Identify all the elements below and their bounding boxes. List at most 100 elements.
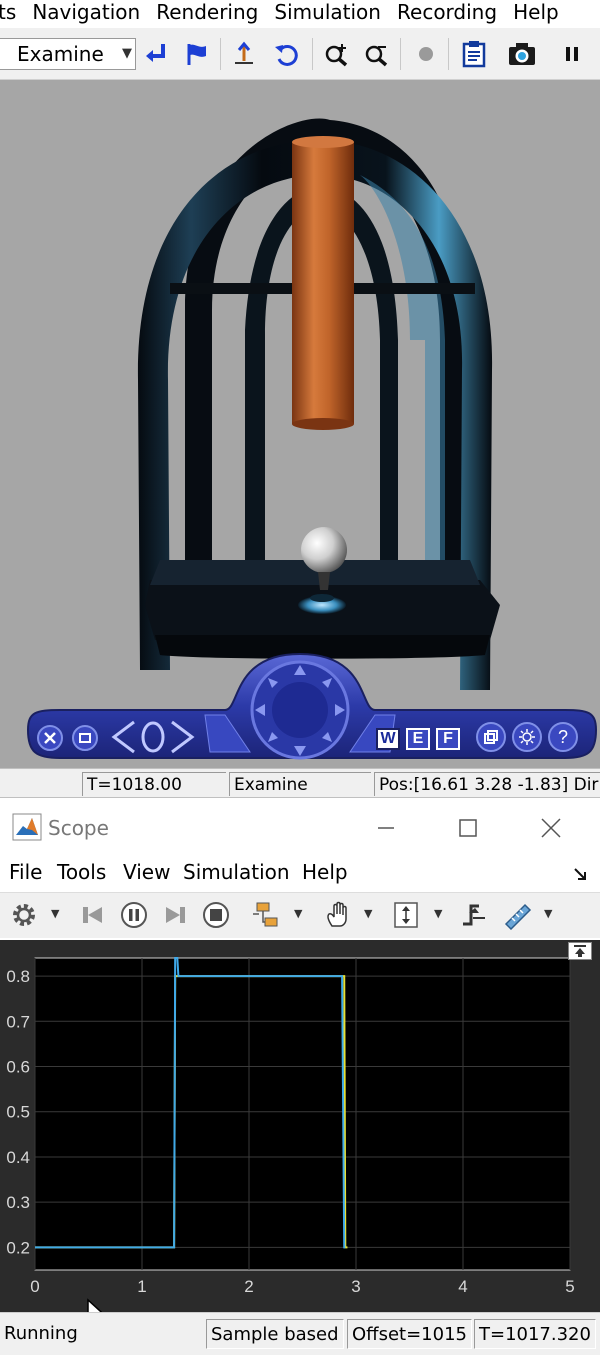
scope-status-state: Running [4, 1323, 78, 1344]
scope-toolbar: ▼ ▼ ▼ ▼ ▼ [0, 892, 600, 938]
scale-axes-button[interactable] [390, 899, 422, 931]
navigation-mode-select[interactable]: Examine ▼ [0, 38, 136, 70]
close-icon [541, 818, 561, 838]
hand-icon [327, 901, 347, 927]
close-button[interactable] [531, 810, 571, 846]
menu-simulation[interactable]: Simulation [274, 0, 381, 24]
pause-icon [121, 902, 147, 928]
clipboard-icon [462, 41, 486, 68]
help-icon: ? [557, 726, 568, 747]
restore-axes-button[interactable] [568, 942, 592, 960]
highlight-block-button[interactable] [250, 899, 282, 931]
menu-simulation[interactable]: Simulation [183, 860, 290, 884]
vr-menubar: ts Navigation Rendering Simulation Recor… [0, 0, 600, 28]
menu-rendering[interactable]: Rendering [156, 0, 258, 24]
scope-menubar: File Tools View Simulation Help [0, 856, 600, 890]
return-arrow-icon [146, 44, 165, 62]
circle-icon [141, 721, 165, 753]
nav-button-e[interactable]: E [406, 728, 430, 750]
close-icon [44, 732, 56, 744]
chevron-down-icon[interactable]: ▼ [544, 907, 552, 920]
x-tick-label: 5 [565, 1277, 574, 1296]
settings-button[interactable] [8, 899, 40, 931]
zoom-in-button[interactable] [320, 38, 352, 70]
triggers-button[interactable] [458, 899, 490, 931]
nav-button-f[interactable]: F [436, 728, 460, 750]
maximize-button[interactable] [448, 810, 488, 846]
menu-navigation[interactable]: Navigation [32, 0, 140, 24]
chevron-down-icon[interactable]: ▼ [434, 907, 442, 920]
matlab-icon [12, 813, 42, 841]
close-nav-button[interactable] [37, 725, 63, 751]
chevron-down-icon[interactable]: ▼ [51, 907, 59, 920]
menu-view[interactable]: View [123, 860, 170, 884]
menu-tools-partial[interactable]: ts [0, 0, 16, 24]
zoom-out-button[interactable] [360, 38, 392, 70]
menu-recording[interactable]: Recording [397, 0, 497, 24]
menu-help[interactable]: Help [302, 860, 348, 884]
scope-titlebar[interactable]: Scope [0, 800, 600, 856]
measurements-button[interactable] [502, 899, 534, 931]
chevron-down-icon: ▼ [122, 46, 132, 61]
snapshot-button[interactable] [506, 38, 538, 70]
undo-icon [275, 44, 298, 66]
undo-move-button[interactable] [270, 38, 302, 70]
scope-status-mode: Sample based [206, 1319, 344, 1349]
step-back-button[interactable] [76, 899, 108, 931]
nav-window-button[interactable] [476, 722, 506, 752]
y-tick-label: 0.4 [6, 1148, 30, 1167]
vr-scene-canvas[interactable]: W E F ? [0, 80, 600, 768]
nav-right-button[interactable] [168, 718, 198, 756]
menu-tools[interactable]: Tools [57, 860, 106, 884]
straighten-icon [235, 41, 253, 64]
chevron-left-icon [111, 720, 135, 754]
y-tick-label: 0.6 [6, 1058, 30, 1077]
straighten-up-button[interactable] [228, 38, 260, 70]
ruler-icon [504, 903, 532, 930]
step-forward-button[interactable] [160, 899, 192, 931]
scope-plot-area[interactable]: 0 1 2 3 4 5 0.2 0.3 0.4 0.5 0.6 0.7 0.8 [0, 940, 600, 1339]
cylinder [292, 142, 354, 424]
pan-button[interactable] [322, 899, 354, 931]
scope-chart: 0 1 2 3 4 5 0.2 0.3 0.4 0.5 0.6 0.7 0.8 [6, 957, 575, 1296]
viewpoint-flag-button[interactable] [180, 38, 212, 70]
clipboard-button[interactable] [458, 38, 490, 70]
x-tick-label: 0 [30, 1277, 39, 1296]
menu-file[interactable]: File [9, 860, 42, 884]
undock-arrow-icon[interactable] [572, 866, 588, 882]
nav-help-button[interactable]: ? [548, 722, 578, 752]
return-viewpoint-button[interactable] [140, 38, 172, 70]
y-tick-label: 0.5 [6, 1103, 30, 1122]
chevron-down-icon[interactable]: ▼ [364, 907, 372, 920]
chevron-right-icon [171, 720, 195, 754]
minimize-nav-button[interactable] [72, 725, 98, 751]
camera-icon [509, 43, 535, 65]
nav-left-button[interactable] [108, 718, 138, 756]
gear-icon [13, 904, 35, 926]
nav-light-button[interactable] [512, 722, 542, 752]
stop-button[interactable] [200, 899, 232, 931]
scope-window: Scope File Tools View Simulation Help ▼ [0, 800, 600, 1355]
pause-button[interactable] [556, 38, 588, 70]
x-tick-label: 4 [458, 1277, 467, 1296]
y-tick-label: 0.7 [6, 1012, 30, 1031]
minimize-button[interactable] [366, 810, 406, 846]
sun-icon [519, 729, 535, 745]
maximize-icon [459, 819, 477, 837]
scope-statusbar: Running Sample based Offset=1015 T=1017.… [0, 1312, 600, 1355]
nav-button-w[interactable]: W [376, 728, 400, 750]
chevron-down-icon[interactable]: ▼ [294, 907, 302, 920]
record-button[interactable] [410, 38, 442, 70]
menu-help[interactable]: Help [513, 0, 559, 24]
zoom-in-icon [325, 44, 348, 67]
nav-center-button[interactable] [140, 720, 166, 754]
step-forward-icon [166, 907, 185, 923]
scope-title: Scope [48, 816, 109, 840]
plot-frame [34, 957, 571, 1271]
y-tick-label: 0.2 [6, 1238, 30, 1257]
scope-status-time: T=1017.320 [474, 1319, 596, 1349]
vr-status-position: Pos:[16.61 3.28 -1.83] Dir [374, 772, 600, 796]
vr-statusbar: T=1018.00 Examine Pos:[16.61 3.28 -1.83]… [0, 768, 600, 798]
pause-simulation-button[interactable] [118, 899, 150, 931]
trigger-icon [463, 904, 485, 926]
